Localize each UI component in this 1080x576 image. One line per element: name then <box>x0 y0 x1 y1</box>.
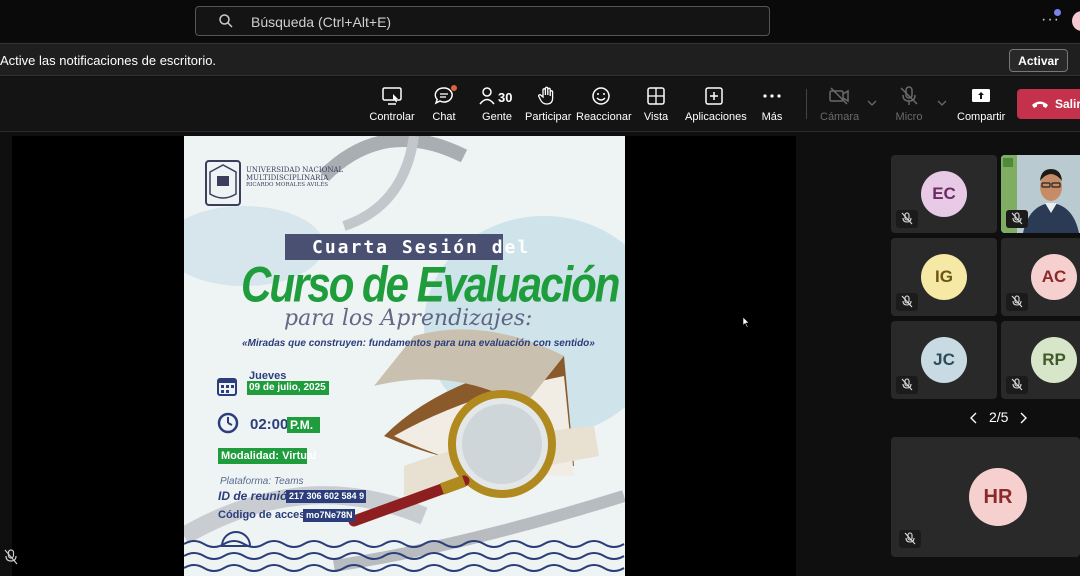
self-view-tile[interactable]: HR <box>891 437 1080 557</box>
participant-avatar-ig: IG <box>921 254 967 300</box>
chevron-down-icon[interactable] <box>937 99 947 107</box>
event-modality: Modalidad: Virtual <box>221 450 317 462</box>
leave-button[interactable]: Salir <box>1017 89 1080 119</box>
university-name-line1: Universidad Nacional <box>246 166 344 174</box>
event-poster: Universidad Nacional Multidisciplinaria … <box>184 136 625 576</box>
participant-avatar-jc: JC <box>921 337 967 383</box>
mouse-cursor-icon <box>742 316 750 328</box>
title-bar: Búsqueda (Ctrl+Alt+E) ··· <box>0 0 1080 42</box>
course-title: Curso de Evaluación <box>241 256 620 313</box>
toolbar-divider <box>806 89 807 119</box>
event-time: 02:00 <box>250 416 289 433</box>
compartir-button[interactable]: Compartir <box>957 85 1005 127</box>
participant-avatar-hr: HR <box>969 468 1027 526</box>
participant-avatar-ac: AC <box>1031 254 1077 300</box>
chevron-right-icon[interactable] <box>1018 412 1028 424</box>
mic-off-icon <box>4 549 18 565</box>
session-banner-text: Cuarta Sesión del <box>312 237 531 258</box>
avatar[interactable] <box>1072 11 1080 31</box>
meeting-id-value: 217 306 602 584 9 <box>289 491 365 501</box>
university-name-line2: Multidisciplinaria <box>246 174 329 182</box>
grid-view-icon <box>647 87 665 105</box>
participant-tile[interactable]: RP <box>1001 321 1080 399</box>
micro-button[interactable]: Micro <box>893 85 925 127</box>
hang-up-icon <box>1032 101 1048 108</box>
chat-button[interactable]: Chat <box>428 85 460 127</box>
activate-notifications-button[interactable]: Activar <box>1009 49 1068 72</box>
camera-off-icon <box>829 87 849 105</box>
clock-icon <box>217 412 239 434</box>
mic-off-icon <box>896 293 918 311</box>
camara-button[interactable]: Cámara <box>820 85 859 127</box>
chevron-down-icon[interactable] <box>867 99 877 107</box>
mic-off-icon <box>896 376 918 394</box>
status-dot <box>1054 9 1061 16</box>
mic-off-icon <box>896 210 918 228</box>
event-platform: Plataforma: Teams <box>220 476 304 487</box>
controlar-button[interactable]: Controlar <box>368 85 416 127</box>
vista-button[interactable]: Vista <box>640 85 672 127</box>
raise-hand-icon <box>537 86 554 105</box>
search-placeholder: Búsqueda (Ctrl+Alt+E) <box>251 14 392 30</box>
notification-bar: Active las notificaciones de escritorio.… <box>0 43 1080 76</box>
course-subtitle: «Miradas que construyen: fundamentos par… <box>242 338 595 349</box>
event-date: 09 de julio, 2025 <box>249 382 326 393</box>
event-ampm: P.M. <box>290 418 314 432</box>
add-apps-icon <box>705 87 723 105</box>
chat-notification-dot <box>451 85 457 91</box>
mic-off-icon <box>899 530 921 548</box>
screen-control-icon <box>382 87 402 105</box>
search-icon <box>219 14 233 28</box>
course-title-script: para los Aprendizajes: <box>284 306 533 331</box>
participant-video-tile[interactable] <box>1001 155 1080 233</box>
more-icon <box>763 94 781 98</box>
smile-icon <box>592 87 610 105</box>
university-name-line3: Ricardo Morales Avilés <box>246 182 329 188</box>
access-code-value: mo7Ne78N <box>306 510 353 520</box>
participant-tile[interactable]: JC <box>891 321 997 399</box>
page-indicator: 2/5 <box>989 409 1009 425</box>
calendar-icon <box>217 378 237 396</box>
chevron-left-icon[interactable] <box>969 412 979 424</box>
search-box[interactable]: Búsqueda (Ctrl+Alt+E) <box>195 6 770 36</box>
participant-avatar-ec: EC <box>921 171 967 217</box>
access-code-label: Código de acceso: <box>218 509 316 521</box>
participant-avatar-rp: RP <box>1031 337 1077 383</box>
participant-tile[interactable]: AC <box>1001 238 1080 316</box>
mic-off-icon <box>1006 376 1028 394</box>
participant-tile[interactable]: IG <box>891 238 997 316</box>
notification-text: Active las notificaciones de escritorio. <box>0 53 217 68</box>
reaccionar-button[interactable]: Reaccionar <box>576 85 632 127</box>
share-screen-icon <box>972 89 990 102</box>
mic-off-icon <box>1006 293 1028 311</box>
aplicaciones-button[interactable]: Aplicaciones <box>685 85 747 127</box>
mic-off-icon <box>1006 210 1028 228</box>
meeting-toolbar: Controlar Chat Gente 30 Participar Reacc… <box>0 77 1080 132</box>
participar-button[interactable]: Participar <box>525 85 571 127</box>
mic-off-icon <box>900 86 918 105</box>
mas-button[interactable]: Más <box>756 85 788 127</box>
people-count: 30 <box>498 90 513 105</box>
participant-tile[interactable]: EC <box>891 155 997 233</box>
